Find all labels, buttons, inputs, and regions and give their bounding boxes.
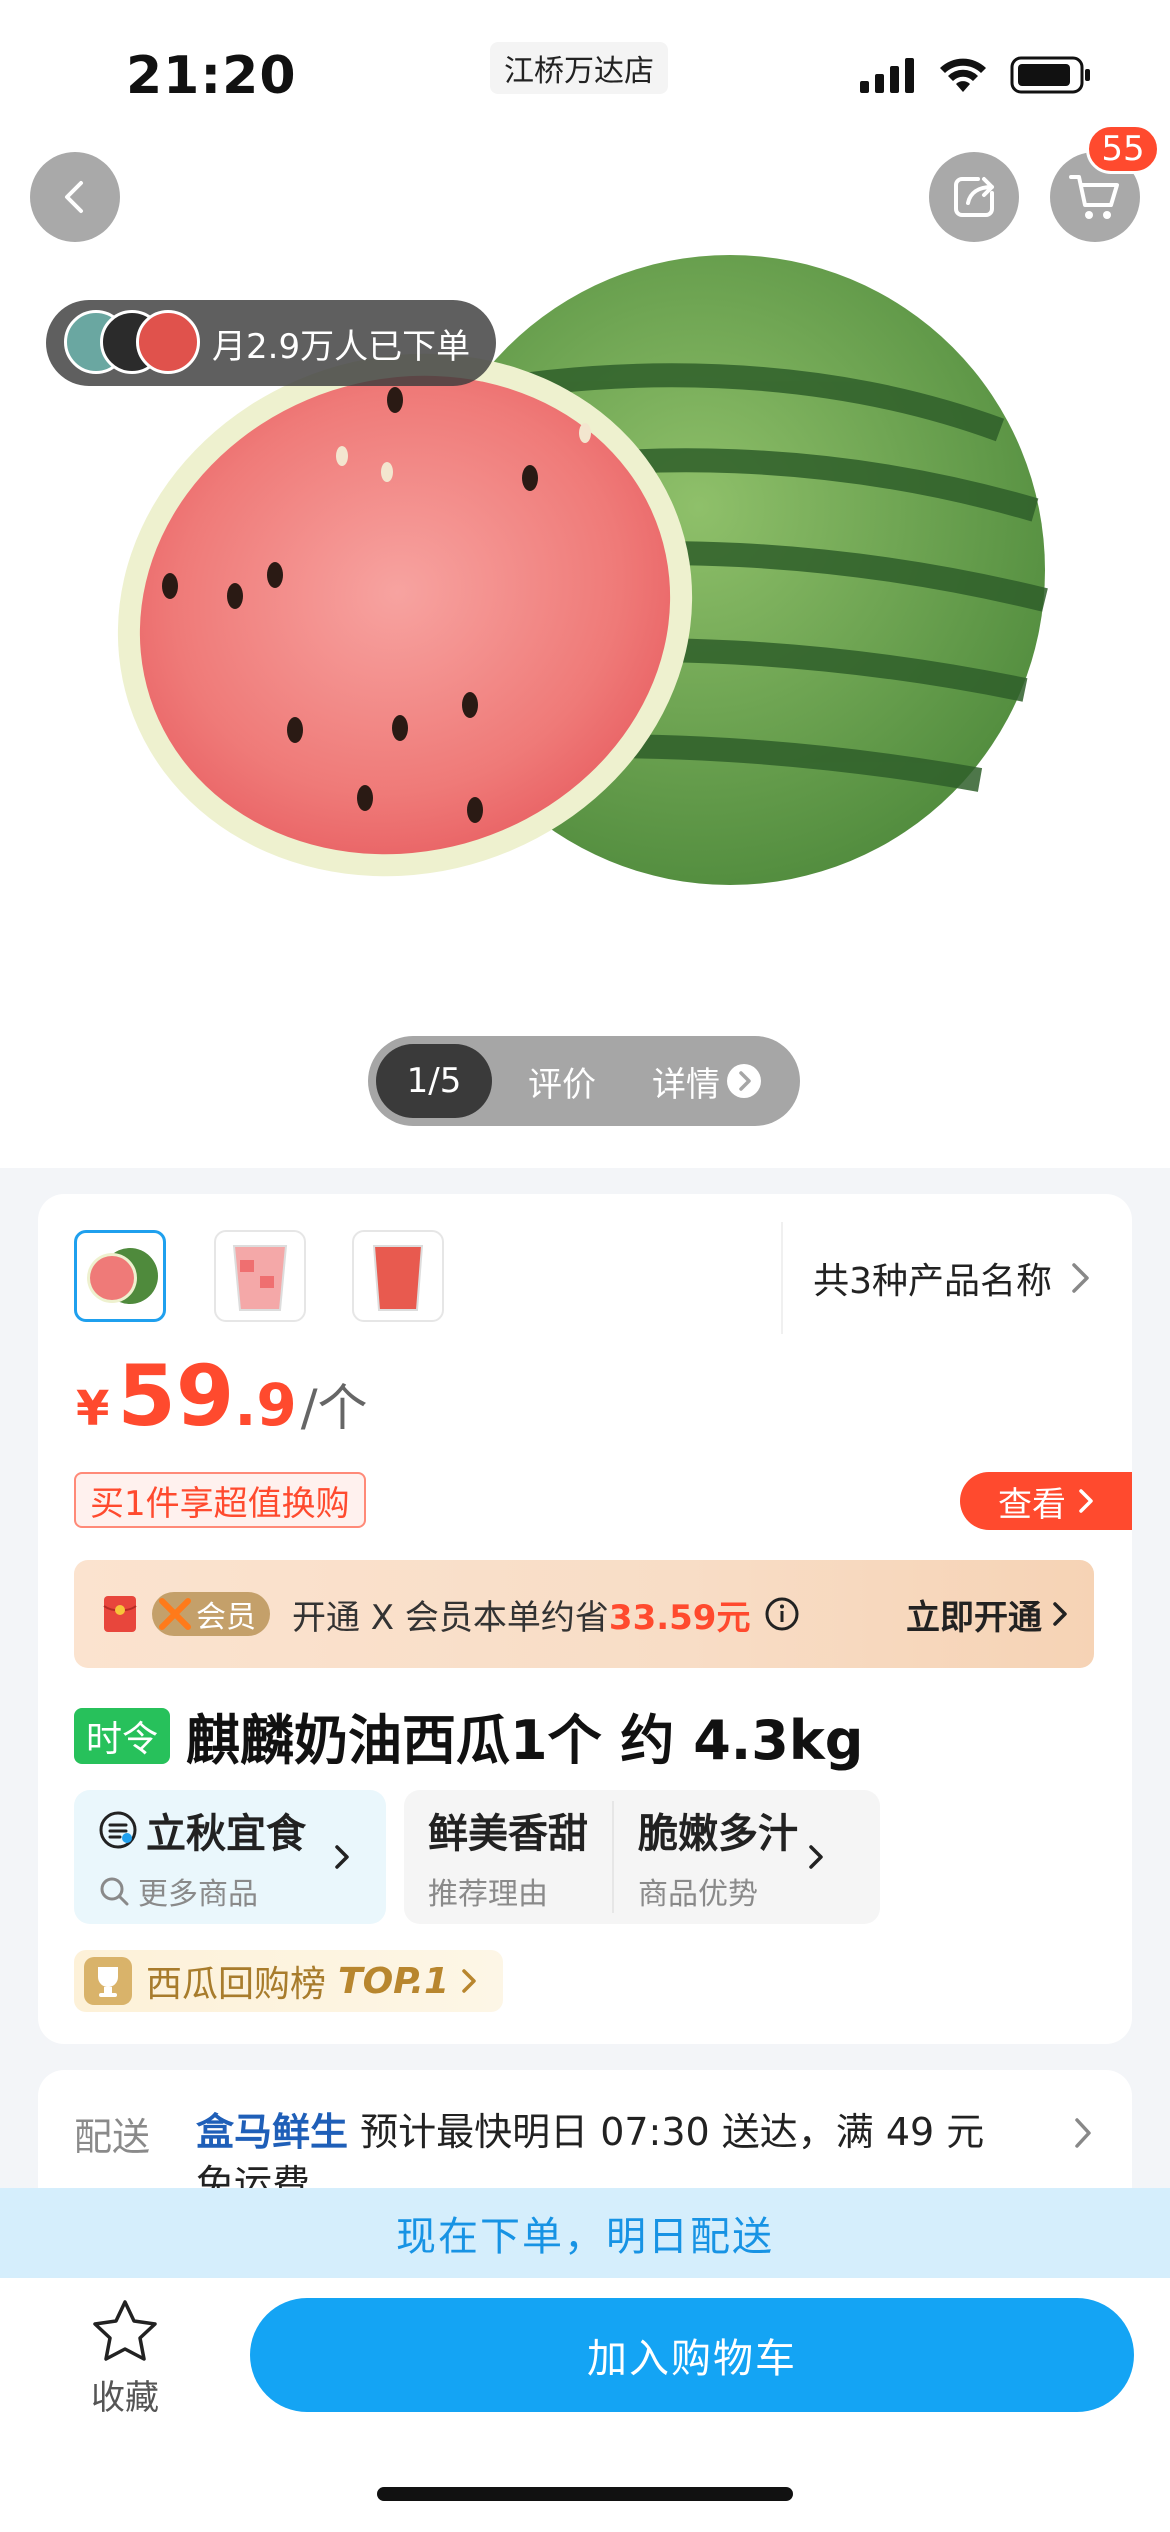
- trophy-icon: [84, 1957, 132, 2005]
- x-member-badge: 会员: [152, 1592, 270, 1636]
- feature-title: 鲜美香甜: [428, 1811, 588, 1857]
- open-membership-button[interactable]: 立即开通: [906, 1590, 1068, 1639]
- add-to-cart-button[interactable]: 加入购物车: [250, 2298, 1134, 2412]
- product-title-row: 时令 麒麟奶油西瓜1个 约 4.3kg: [74, 1696, 863, 1775]
- rank-text: 西瓜回购榜: [146, 1964, 327, 2005]
- status-icons: [860, 56, 1092, 94]
- cart-count-badge: 55: [1086, 124, 1160, 174]
- status-time: 21:20: [126, 46, 297, 106]
- feature-subtitle: 商品优势: [638, 1877, 758, 1912]
- chevron-right-icon: [1072, 1263, 1089, 1293]
- battery-icon: [1010, 56, 1090, 94]
- search-icon: [100, 1877, 129, 1906]
- store-name[interactable]: 江桥万达店: [490, 42, 668, 94]
- view-button-label: 查看: [998, 1484, 1066, 1525]
- share-icon: [954, 177, 994, 217]
- favorite-button[interactable]: 收藏: [60, 2298, 190, 2419]
- chevron-right-circle-icon: [727, 1064, 761, 1098]
- feature-title: 立秋宜食: [146, 1811, 306, 1857]
- repurchase-rank-badge[interactable]: 西瓜回购榜 TOP.1: [74, 1950, 504, 2012]
- feature-card-season[interactable]: 立秋宜食 更多商品: [74, 1790, 386, 1924]
- tab-details[interactable]: 详情: [632, 1057, 782, 1106]
- chevron-right-icon: [1075, 2118, 1091, 2148]
- variants-text: 共3种产品名称: [813, 1261, 1052, 1302]
- view-button[interactable]: 查看: [960, 1472, 1132, 1530]
- chevron-right-icon: [462, 1969, 476, 1993]
- chevron-right-icon: [335, 1845, 349, 1869]
- favorite-label: 收藏: [91, 2378, 159, 2418]
- juice-thumb-icon: [372, 1245, 424, 1311]
- share-button[interactable]: [929, 152, 1019, 242]
- feature-subtitle: 推荐理由: [428, 1877, 548, 1912]
- product-info-card: 共3种产品名称 ¥ 59 .9 /个 买1件享超值换购 查看 会员 开通 X 会…: [38, 1194, 1132, 2044]
- back-button[interactable]: [30, 152, 120, 242]
- price-unit: /个: [300, 1379, 368, 1437]
- variants-selector[interactable]: 共3种产品名称: [781, 1222, 1092, 1334]
- buyer-avatars: [64, 310, 200, 376]
- signal-icon: [860, 58, 914, 93]
- variant-thumb-3[interactable]: [352, 1230, 444, 1322]
- menu-list-icon: [99, 1811, 137, 1849]
- price-integer: 59: [117, 1347, 235, 1445]
- red-envelope-icon: [103, 1596, 137, 1632]
- member-saving: 33.59元: [608, 1597, 751, 1638]
- cup-thumb-icon: [232, 1245, 288, 1311]
- price-decimal: .9: [234, 1371, 297, 1439]
- feature-card-highlights[interactable]: 鲜美香甜 推荐理由 脆嫩多汁 商品优势: [404, 1790, 880, 1924]
- membership-bar[interactable]: 会员 开通 X 会员本单约省 33.59元 立即开通: [74, 1560, 1094, 1668]
- pager-index: 1/5: [376, 1044, 492, 1118]
- wifi-icon: [940, 58, 986, 92]
- variant-thumb-2[interactable]: [214, 1230, 306, 1322]
- orders-badge: 月2.9万人已下单: [46, 300, 497, 386]
- chevron-right-icon: [1053, 1602, 1067, 1626]
- gallery-pager[interactable]: 1/5 评价 详情: [368, 1036, 800, 1126]
- season-tag: 时令: [74, 1707, 171, 1764]
- delivery-brand: 盒马鲜生: [196, 2110, 349, 2154]
- feature-subtitle: 更多商品: [138, 1877, 258, 1912]
- tab-details-label: 详情: [652, 1064, 720, 1105]
- price: ¥ 59 .9 /个: [76, 1354, 368, 1440]
- x-member-badge-label: 会员: [196, 1600, 256, 1635]
- chevron-right-icon: [809, 1845, 823, 1869]
- avatar: [136, 310, 200, 374]
- feature-title: 脆嫩多汁: [638, 1811, 798, 1857]
- member-text: 开通 X 会员本单约省: [292, 1597, 609, 1638]
- orders-text: 月2.9万人已下单: [212, 326, 471, 367]
- delivery-banner: 现在下单，明日配送: [0, 2188, 1170, 2278]
- chevron-left-icon: [65, 181, 83, 213]
- open-membership-label: 立即开通: [906, 1597, 1042, 1638]
- watermelon-thumb-icon: [87, 1248, 158, 1304]
- cart-icon: [1069, 175, 1119, 219]
- delivery-label: 配送: [74, 2115, 151, 2159]
- promo-tag[interactable]: 买1件享超值换购: [74, 1472, 366, 1528]
- x-logo-icon: [159, 1598, 191, 1630]
- chevron-right-icon: [1079, 1489, 1093, 1513]
- rank-top: TOP.1: [338, 1960, 450, 2002]
- tab-reviews[interactable]: 评价: [492, 1057, 632, 1106]
- info-icon: [765, 1597, 799, 1631]
- star-icon: [93, 2300, 157, 2361]
- product-title: 麒麟奶油西瓜1个 约 4.3kg: [186, 1709, 864, 1772]
- product-gallery[interactable]: 21:20 江桥万达店 55 月2.9万人已下单 1/5 评价 详情: [0, 0, 1170, 1168]
- variant-thumb-1[interactable]: [74, 1230, 166, 1322]
- home-indicator: [377, 2487, 793, 2501]
- price-currency: ¥: [76, 1381, 110, 1437]
